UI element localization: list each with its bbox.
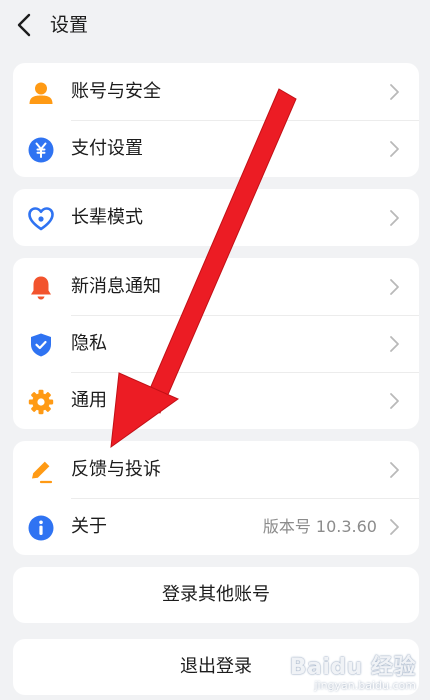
row-label: 反馈与投诉	[71, 459, 161, 480]
bell-icon	[31, 276, 51, 300]
settings-group-account: 账号与安全 支付设置	[13, 63, 419, 177]
row-elder-mode[interactable]: 长辈模式	[13, 189, 419, 246]
chevron-right-icon	[390, 393, 399, 409]
chevron-right-icon	[390, 141, 399, 157]
header-bar: 设置	[0, 0, 430, 50]
pencil-icon	[32, 461, 53, 484]
row-general[interactable]: 通用	[13, 372, 419, 429]
row-feedback[interactable]: 反馈与投诉	[13, 441, 419, 498]
chevron-left-icon[interactable]	[12, 10, 38, 40]
heart-icon	[28, 207, 54, 231]
chevron-right-icon	[390, 279, 399, 295]
chevron-right-icon	[390, 336, 399, 352]
row-label: 通用	[71, 390, 107, 411]
row-label: 新消息通知	[71, 276, 161, 297]
row-account-security[interactable]: 账号与安全	[13, 63, 419, 120]
chevron-right-icon	[390, 519, 399, 535]
switch-account-button[interactable]: 登录其他账号	[13, 567, 419, 623]
settings-group-elder: 长辈模式	[13, 189, 419, 246]
yuan-icon	[28, 137, 54, 163]
watermark: Baidu 经验 jingyan.baidu.com	[290, 649, 416, 692]
chevron-right-icon	[390, 462, 399, 478]
row-privacy[interactable]: 隐私	[13, 315, 419, 372]
row-notifications[interactable]: 新消息通知	[13, 258, 419, 315]
version-value: 版本号 10.3.60	[262, 517, 377, 536]
row-label: 支付设置	[71, 138, 143, 159]
watermark-logo: Baidu 经验	[289, 655, 416, 680]
gear-icon	[28, 389, 54, 415]
row-label: 长辈模式	[71, 207, 143, 228]
row-label: 关于	[71, 516, 107, 537]
shield-check-icon	[31, 333, 51, 357]
row-label: 隐私	[71, 333, 107, 354]
settings-group-about: 反馈与投诉 关于 版本号 10.3.60	[13, 441, 419, 555]
row-payment-settings[interactable]: 支付设置	[13, 120, 419, 177]
switch-account-card: 登录其他账号	[13, 567, 419, 623]
page-title: 设置	[50, 14, 89, 36]
chevron-right-icon	[390, 84, 399, 100]
settings-group-general: 新消息通知 隐私 通用	[13, 258, 419, 429]
info-icon	[28, 515, 54, 541]
user-icon	[29, 82, 53, 104]
chevron-right-icon	[390, 210, 399, 226]
row-label: 账号与安全	[71, 81, 161, 102]
row-about[interactable]: 关于 版本号 10.3.60	[13, 498, 419, 555]
